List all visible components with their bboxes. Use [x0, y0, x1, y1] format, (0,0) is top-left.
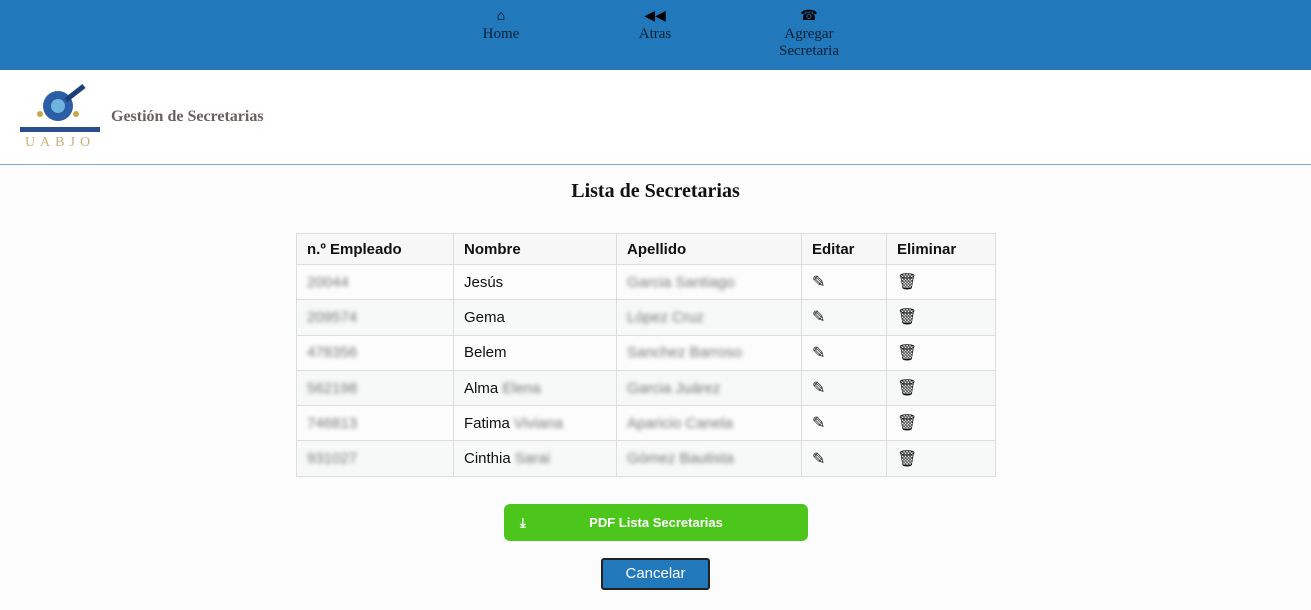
nombre-cell: Alma Elena — [453, 369, 617, 407]
edit-icon[interactable]: ✎ — [812, 380, 825, 397]
edit-icon[interactable]: ✎ — [812, 451, 825, 468]
trash-icon[interactable]: 🗑 — [897, 451, 917, 468]
page-title: Lista de Secretarias — [571, 180, 740, 202]
nombre-cell: Belem — [453, 334, 617, 371]
eliminar-cell: 🗑 — [886, 440, 996, 477]
eliminar-cell: 🗑 — [886, 334, 996, 371]
download-icon: ⤓ — [520, 515, 526, 530]
col-apellido: Apellido — [616, 233, 802, 265]
editar-cell: ✎ — [801, 369, 887, 407]
col-empleado: n.º Empleado — [296, 233, 454, 265]
table-row: 478356 Belem Sanchez Barroso ✎ 🗑 — [296, 334, 996, 371]
add-person-icon: ☎ — [800, 9, 818, 24]
edit-icon[interactable]: ✎ — [812, 415, 825, 432]
trash-icon[interactable]: 🗑 — [897, 380, 917, 397]
empleado-id: 478356 — [296, 334, 454, 371]
header-title: Gestión de Secretarias — [111, 108, 264, 125]
nombre-cell: Fatima Viviana — [453, 405, 617, 442]
rewind-icon: ◀◀ — [644, 9, 666, 24]
trash-icon[interactable]: 🗑 — [897, 345, 917, 362]
eliminar-cell: 🗑 — [886, 405, 996, 442]
pdf-download-button[interactable]: ⤓ PDF Lista Secretarias — [504, 504, 808, 541]
apellido-cell: Gómez Bautista — [616, 440, 802, 477]
editar-cell: ✎ — [801, 263, 887, 301]
table-row: 20044 Jesús Garcia Santiago ✎ 🗑 — [296, 263, 996, 301]
apellido-cell: Aparicio Canela — [616, 405, 802, 442]
edit-icon[interactable]: ✎ — [812, 345, 825, 362]
nav-home[interactable]: ⌂ Home — [446, 8, 556, 43]
apellido-cell: Sanchez Barroso — [616, 334, 802, 371]
col-nombre: Nombre — [453, 233, 617, 265]
svg-text:UABJO: UABJO — [25, 135, 95, 150]
nombre-cell: Gema — [453, 299, 617, 336]
eliminar-cell: 🗑 — [886, 263, 996, 301]
edit-icon[interactable]: ✎ — [812, 309, 825, 326]
uabjo-logo: UABJO — [20, 84, 100, 150]
eliminar-cell: 🗑 — [886, 369, 996, 407]
col-eliminar: Eliminar — [886, 233, 996, 265]
empleado-id: 209574 — [296, 299, 454, 336]
editar-cell: ✎ — [801, 440, 887, 477]
secretarias-table: n.º Empleado Nombre Apellido Editar Elim… — [296, 233, 996, 477]
table-row: 562198 Alma Elena Garcia Juárez ✎ 🗑 — [296, 369, 996, 407]
empleado-id: 931027 — [296, 440, 454, 477]
edit-icon[interactable]: ✎ — [812, 274, 825, 291]
nav-atras[interactable]: ◀◀ Atras — [600, 8, 710, 43]
editar-cell: ✎ — [801, 334, 887, 371]
eliminar-cell: 🗑 — [886, 299, 996, 336]
trash-icon[interactable]: 🗑 — [897, 309, 917, 326]
editar-cell: ✎ — [801, 405, 887, 442]
table-row: 746813 Fatima Viviana Aparicio Canela ✎ … — [296, 405, 996, 442]
table-row: 931027 Cinthia Sarai Gómez Bautista ✎ 🗑 — [296, 440, 996, 477]
table-row: 209574 Gema López Cruz ✎ 🗑 — [296, 299, 996, 336]
empleado-id: 746813 — [296, 405, 454, 442]
trash-icon[interactable]: 🗑 — [897, 274, 917, 291]
page-header: UABJO Gestión de Secretarias — [0, 70, 1311, 165]
nombre-cell: Jesús — [453, 263, 617, 301]
col-editar: Editar — [801, 233, 887, 265]
cancel-button[interactable]: Cancelar — [601, 558, 710, 590]
trash-icon[interactable]: 🗑 — [897, 415, 917, 432]
empleado-id: 562198 — [296, 369, 454, 407]
home-icon: ⌂ — [496, 9, 506, 24]
empleado-id: 20044 — [296, 263, 454, 301]
apellido-cell: Garcia Juárez — [616, 369, 802, 407]
nav-agregar-secretaria[interactable]: ☎ Agregar Secretaria — [764, 8, 854, 60]
apellido-cell: López Cruz — [616, 299, 802, 336]
top-nav-bar: ⌂ Home ◀◀ Atras ☎ Agregar Secretaria — [0, 0, 1311, 70]
apellido-cell: Garcia Santiago — [616, 263, 802, 301]
editar-cell: ✎ — [801, 299, 887, 336]
nombre-cell: Cinthia Sarai — [453, 440, 617, 477]
